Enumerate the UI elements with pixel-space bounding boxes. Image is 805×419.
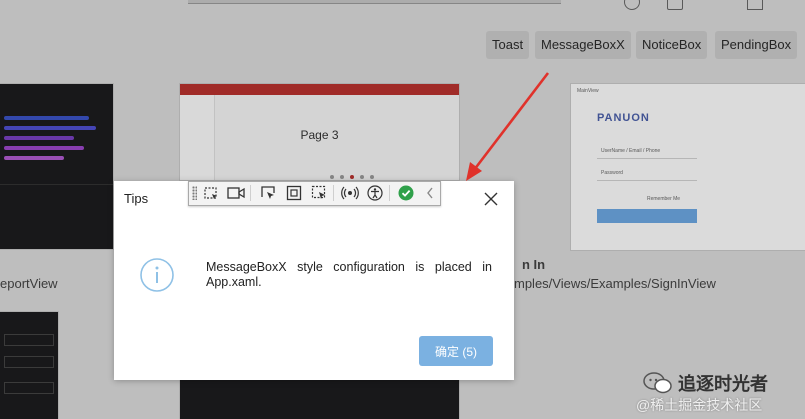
info-icon: [140, 258, 174, 292]
broadcast-icon[interactable]: [341, 184, 359, 202]
video-icon[interactable]: [227, 184, 245, 202]
separator: [250, 185, 251, 201]
scroll-capture-icon[interactable]: [310, 184, 328, 202]
ok-button[interactable]: 确定 (5): [419, 336, 493, 366]
separator: [333, 185, 334, 201]
dialog-title: Tips: [124, 191, 149, 206]
fullscreen-capture-icon[interactable]: [285, 184, 303, 202]
confirm-check-icon[interactable]: [397, 184, 415, 202]
watermark-name: 追逐时光者: [678, 374, 768, 394]
window-capture-icon[interactable]: [259, 184, 277, 202]
close-icon[interactable]: [481, 189, 501, 209]
wechat-logo-icon: [643, 372, 673, 394]
dialog-message: MessageBoxX style configuration is place…: [206, 260, 492, 289]
region-capture-icon[interactable]: [202, 184, 220, 202]
accessibility-icon[interactable]: [366, 184, 384, 202]
separator: [389, 185, 390, 201]
watermark-sub: @稀土掘金技术社区: [636, 397, 763, 413]
message-box-dialog: Tips MessageBoxX style configuration is …: [114, 181, 514, 380]
collapse-chevron-icon[interactable]: [421, 184, 439, 202]
drag-handle-icon[interactable]: [192, 186, 197, 200]
capture-toolbar: [188, 181, 441, 206]
